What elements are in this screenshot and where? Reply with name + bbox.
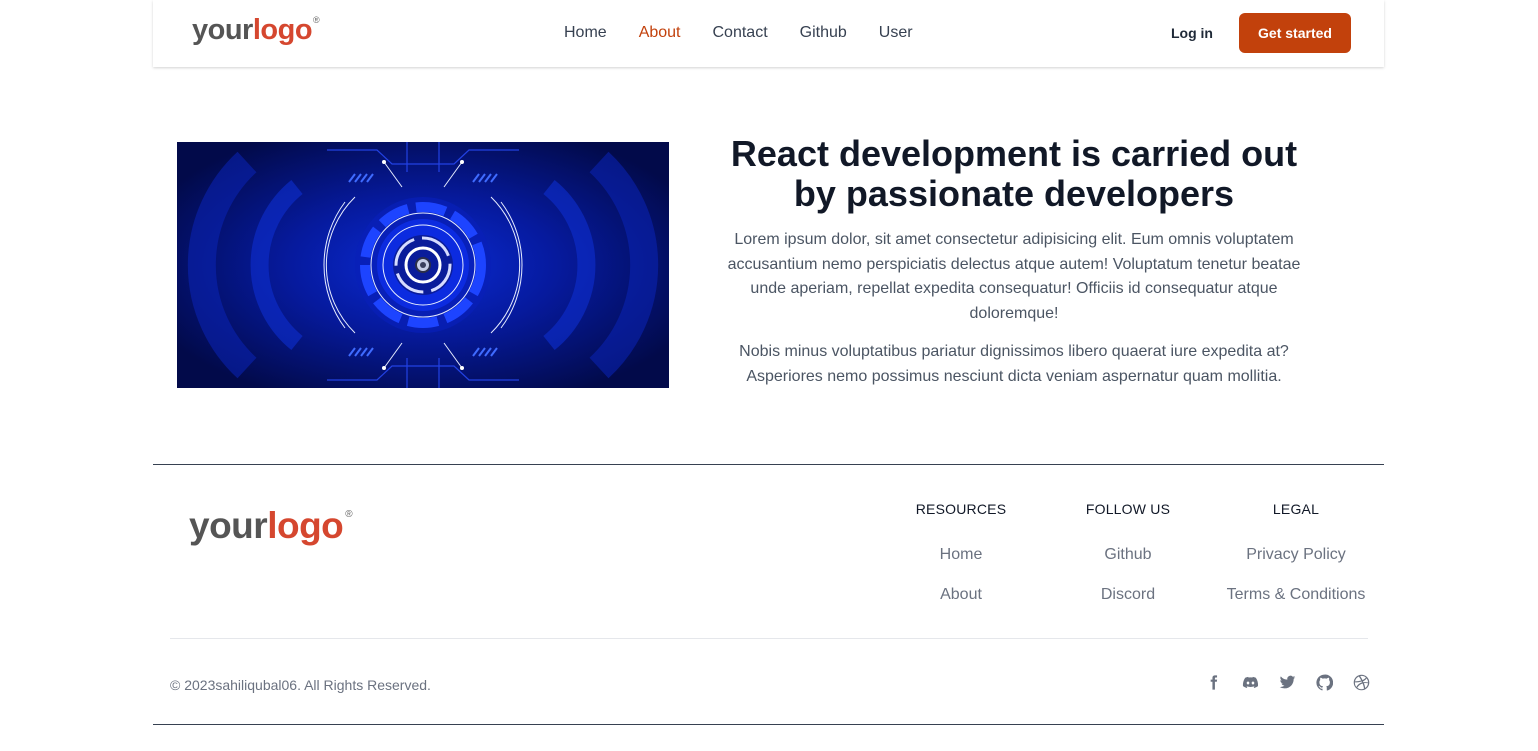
- footer-column-follow-us: FOLLOW US Github Discord: [1043, 500, 1213, 605]
- get-started-button[interactable]: Get started: [1239, 13, 1351, 53]
- footer-link-discord[interactable]: Discord: [1043, 585, 1213, 605]
- twitter-icon[interactable]: [1278, 673, 1297, 692]
- hero-paragraph-2: Nobis minus voluptatibus pariatur dignis…: [739, 343, 1289, 385]
- dribbble-icon[interactable]: [1352, 673, 1371, 692]
- facebook-icon[interactable]: [1204, 673, 1223, 692]
- logo-word: logo: [267, 505, 344, 546]
- footer-heading-resources: RESOURCES: [915, 501, 1007, 517]
- discord-icon[interactable]: [1241, 673, 1260, 692]
- hero-image: [177, 142, 669, 388]
- footer-link-github[interactable]: Github: [1043, 545, 1213, 565]
- logo-word: logo: [252, 14, 313, 46]
- logo-registered-mark: ®: [313, 15, 320, 25]
- nav-links: Home About Contact Github User: [564, 24, 945, 42]
- footer-link-privacy-policy[interactable]: Privacy Policy: [1211, 545, 1381, 565]
- footer-link-home[interactable]: Home: [876, 545, 1046, 565]
- footer-link-about[interactable]: About: [876, 585, 1046, 605]
- footer-bottom-border: [153, 724, 1384, 725]
- social-links: [1204, 673, 1371, 692]
- nav-link-user[interactable]: User: [879, 24, 913, 42]
- logo-your: your: [192, 14, 253, 46]
- footer-logo[interactable]: your logo ®: [189, 505, 353, 547]
- nav-link-contact[interactable]: Contact: [713, 24, 768, 42]
- github-icon[interactable]: [1315, 673, 1334, 692]
- logo-your: your: [189, 505, 268, 546]
- navbar: your logo ® Home About Contact Github Us…: [153, 0, 1384, 67]
- footer-heading-follow-us: FOLLOW US: [1085, 501, 1171, 517]
- footer-top-border: [153, 464, 1384, 465]
- nav-link-github[interactable]: Github: [800, 24, 847, 42]
- footer-column-resources: RESOURCES Home About: [876, 500, 1046, 605]
- copyright-text: © 2023sahiliqubal06. All Rights Reserved…: [170, 677, 431, 693]
- hero-title: React development is carried out by pass…: [730, 133, 1298, 214]
- logo-registered-mark: ®: [345, 509, 353, 520]
- nav-link-home[interactable]: Home: [564, 24, 607, 42]
- tech-circuit-illustration: [177, 142, 669, 388]
- footer-heading-legal: LEGAL: [1272, 501, 1320, 517]
- footer-divider: [170, 638, 1368, 639]
- login-link[interactable]: Log in: [1171, 25, 1213, 41]
- hero-paragraph-1: Lorem ipsum dolor, sit amet consectetur …: [727, 231, 1301, 322]
- nav-link-about[interactable]: About: [639, 24, 681, 42]
- nav-logo[interactable]: your logo ®: [192, 14, 320, 47]
- page: your logo ® Home About Contact Github Us…: [0, 0, 1538, 751]
- footer-column-legal: LEGAL Privacy Policy Terms & Conditions: [1211, 500, 1381, 605]
- hero-content: React development is carried out by pass…: [714, 134, 1314, 389]
- footer-link-terms[interactable]: Terms & Conditions: [1211, 585, 1381, 605]
